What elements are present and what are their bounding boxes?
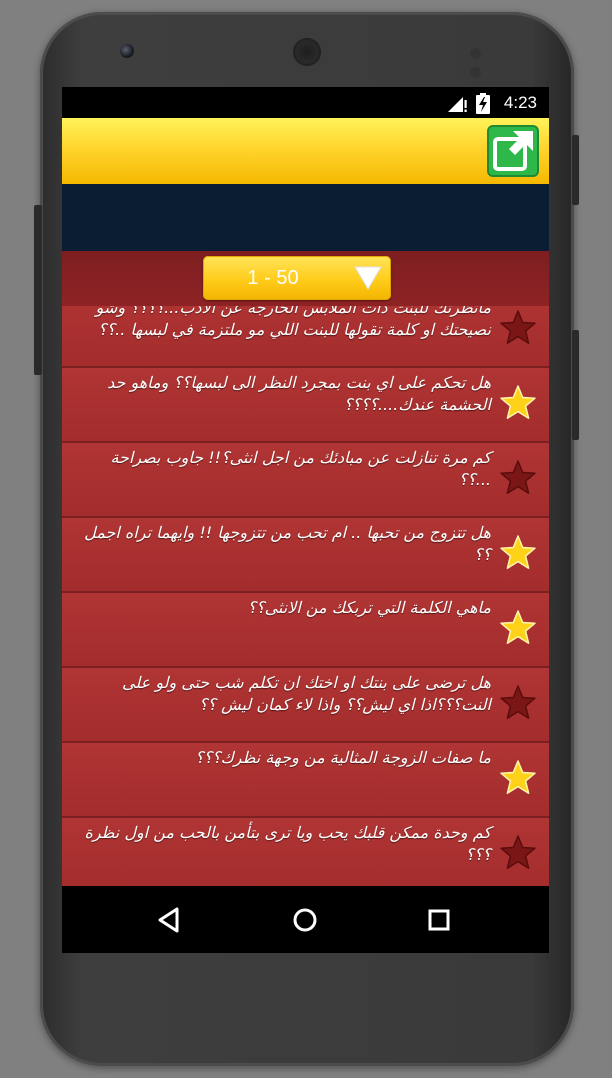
list-item[interactable]: كم مرة تنازلت عن مبادئك من اجل انثى؟!! ج… [62, 443, 549, 518]
list-item[interactable]: ماهي الكلمة التي تربكك من الانثى؟؟ [62, 593, 549, 668]
earpiece-speaker [293, 38, 321, 66]
recents-icon[interactable] [422, 903, 456, 937]
star-icon[interactable] [499, 759, 537, 797]
list-item[interactable]: كم وحدة ممكن قلبك يحب ويا ترى بتأمن بالح… [62, 818, 549, 886]
home-icon[interactable] [288, 903, 322, 937]
battery-icon [476, 93, 490, 114]
signal-icon [448, 97, 467, 112]
star-icon[interactable] [499, 834, 537, 872]
list-item[interactable]: هل تحكم على اي بنت بمجرد النظر الى لبسها… [62, 368, 549, 443]
screen: 4:23 1 - 50 مانظرتك للبنت ذات الملابس ال… [62, 87, 549, 953]
star-icon[interactable] [499, 609, 537, 647]
question-text: ما صفات الزوجة المثالية من وجهة نظرك؟؟؟ [195, 748, 491, 767]
questions-list[interactable]: مانظرتك للبنت ذات الملابس الخارجة عن الا… [62, 306, 549, 886]
question-text: هل تتزوج من تحبها .. ام تحب من تتزوجها !… [84, 523, 491, 564]
back-icon[interactable] [153, 903, 187, 937]
phone-volume-button [572, 330, 579, 440]
dropdown-triangle-icon [354, 266, 382, 290]
question-text: كم وحدة ممكن قلبك يحب ويا ترى بتأمن بالح… [84, 823, 491, 864]
list-item[interactable]: ما صفات الزوجة المثالية من وجهة نظرك؟؟؟ [62, 743, 549, 818]
star-icon[interactable] [499, 309, 537, 347]
star-icon[interactable] [499, 684, 537, 722]
range-selector-bar: 1 - 50 [62, 251, 549, 306]
question-text: هل ترضى على بنتك او اختك ان تكلم شب حتى … [122, 673, 491, 714]
status-bar: 4:23 [62, 87, 549, 118]
front-camera [120, 44, 134, 58]
star-icon[interactable] [499, 459, 537, 497]
question-text: ماهي الكلمة التي تربكك من الانثى؟؟ [247, 598, 491, 617]
proximity-sensors [470, 44, 506, 78]
clock: 4:23 [503, 93, 537, 112]
range-dropdown[interactable]: 1 - 50 [203, 256, 391, 300]
app-toolbar [62, 118, 549, 186]
ad-banner[interactable] [62, 184, 549, 251]
share-icon[interactable] [487, 125, 539, 177]
list-item[interactable]: هل تتزوج من تحبها .. ام تحب من تتزوجها !… [62, 518, 549, 593]
phone-side-button [34, 205, 42, 375]
phone-power-button [572, 135, 579, 205]
star-icon[interactable] [499, 384, 537, 422]
navigation-bar [62, 886, 549, 953]
range-dropdown-value: 1 - 50 [247, 267, 299, 289]
list-item[interactable]: هل ترضى على بنتك او اختك ان تكلم شب حتى … [62, 668, 549, 743]
question-text: مانظرتك للبنت ذات الملابس الخارجة عن الا… [95, 306, 491, 339]
question-text: هل تحكم على اي بنت بمجرد النظر الى لبسها… [107, 373, 491, 414]
star-icon[interactable] [499, 534, 537, 572]
question-text: كم مرة تنازلت عن مبادئك من اجل انثى؟!! ج… [110, 448, 491, 489]
list-item[interactable]: مانظرتك للبنت ذات الملابس الخارجة عن الا… [62, 306, 549, 368]
